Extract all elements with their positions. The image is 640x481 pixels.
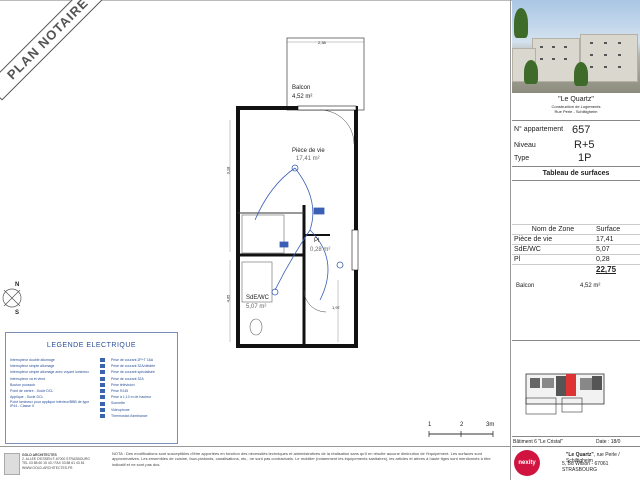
date-label: Date : 18/0 xyxy=(596,439,621,445)
surfaces-table: Nom de Zone Surface Pièce de vie 17,41 Sd… xyxy=(512,224,640,274)
batiment-label: Bâtiment 6 "Le Cristal" xyxy=(513,439,563,445)
outlet-high-icon xyxy=(100,395,105,400)
balcon-label: Balcon xyxy=(292,85,311,91)
project-sub2: Rue Perle - Schiltigheim xyxy=(554,109,598,114)
footer: GOLD ARCHITECTES 2, ALLEE D'ESSEN F-6700… xyxy=(0,446,510,481)
balcon-row-label: Balcon xyxy=(516,283,535,289)
legend-title: LEGENDE ELECTRIQUE xyxy=(46,342,137,349)
promoter-address: 5, Bd Wilson - 67061 STRASBOURG xyxy=(562,461,609,473)
dim-mid: 1,97 xyxy=(332,305,340,310)
table-row: SdE/WC 5,07 xyxy=(512,244,640,255)
col-header-surface: Surface xyxy=(594,224,640,235)
balcon-row-value: 4,52 m² xyxy=(580,283,601,289)
appart-label: N° appartement xyxy=(514,126,564,133)
scale-bar xyxy=(428,431,494,437)
balcon-area: 4,52 m² xyxy=(292,94,313,100)
tv-icon xyxy=(100,382,105,387)
key-plan xyxy=(525,373,605,415)
scale-tick-1: 1 xyxy=(428,422,432,428)
legend-left-column: Interrupteur double allumage Interrupteu… xyxy=(10,357,92,408)
scale-tick-3: 3m xyxy=(486,422,495,428)
table-total-row: 22,75 xyxy=(512,264,640,274)
surfaces-title: Tableau de surfaces xyxy=(542,170,610,177)
architect-info: GOLD ARCHITECTES 2, ALLEE D'ESSEN F-6700… xyxy=(22,453,90,470)
project-name: "Le Quartz" xyxy=(558,96,594,103)
balcon-width: 2,38 xyxy=(318,40,326,45)
compass-south: S xyxy=(15,310,20,316)
building-photo xyxy=(512,0,640,93)
bell-icon xyxy=(100,401,105,406)
pl-area: 0,28 m² xyxy=(310,247,331,253)
floor-plan xyxy=(229,37,365,348)
electric-legend: LEGENDE ELECTRIQUE Interrupteur double a… xyxy=(5,332,178,444)
legend-item: Thermostat d'ambiance xyxy=(100,413,176,419)
compass-north: N xyxy=(15,282,20,288)
outlet-icon xyxy=(100,376,105,381)
table-header-row: Nom de Zone Surface xyxy=(512,224,640,235)
rj45-icon xyxy=(100,389,105,394)
table-row: Pièce de vie 17,41 xyxy=(512,234,640,245)
niveau-value: R+5 xyxy=(574,139,595,151)
dim-left2: 4,05 xyxy=(225,294,231,303)
dim-left: 3,18 xyxy=(225,166,231,175)
plan-notaire-stamp: PLAN NOTAIRE xyxy=(0,0,110,101)
legal-notice: NOTA : Des modifications sont susceptibl… xyxy=(112,451,491,467)
pl-label: Pl xyxy=(314,238,320,244)
piece-vie-area: 17,41 m² xyxy=(296,156,320,162)
sde-area: 5,07 m² xyxy=(246,304,267,310)
outlet-icon xyxy=(100,364,105,369)
legend-item: Interrupteur simple allumage avec voyant… xyxy=(10,370,89,375)
videophone-icon xyxy=(100,407,105,412)
scale-tick-2: 2 xyxy=(460,422,464,428)
col-header-zone: Nom de Zone xyxy=(512,224,594,235)
thermostat-icon xyxy=(100,413,105,418)
table-row: Pl 0,28 xyxy=(512,254,640,265)
appart-value: 657 xyxy=(572,124,591,136)
type-label: Type xyxy=(514,155,530,162)
legend-right-column: Prise de courant 2P+T 16A Prise de coura… xyxy=(100,357,176,419)
piece-vie-label: Pièce de vie xyxy=(292,148,325,154)
nexity-logo: nexity xyxy=(514,450,540,476)
legend-item: Point lumineux pour applique intérieur/B… xyxy=(10,400,90,409)
sde-label: SdE/WC xyxy=(246,295,270,301)
outlet-icon xyxy=(100,370,105,375)
niveau-label: Niveau xyxy=(514,142,536,149)
architect-logo xyxy=(4,453,20,475)
type-value: 1P xyxy=(578,152,592,164)
outlet-icon xyxy=(100,358,105,363)
